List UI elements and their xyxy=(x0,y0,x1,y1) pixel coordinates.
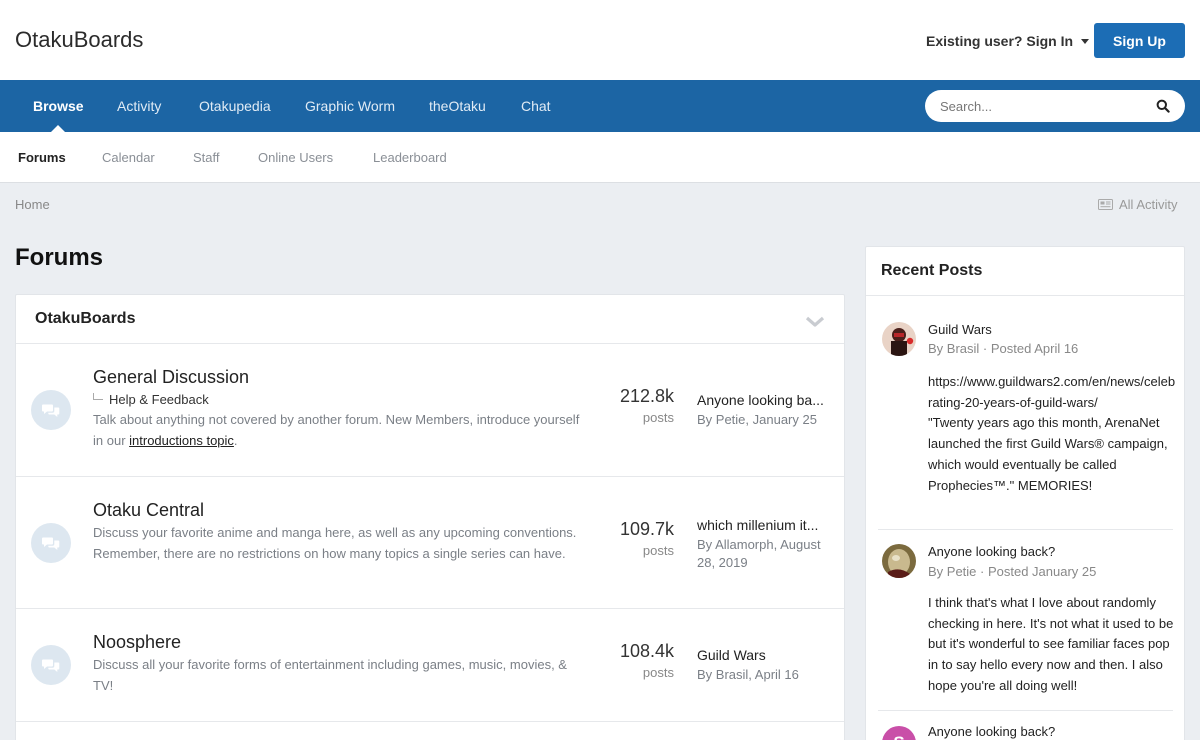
recent-post-body: "Twenty years ago this month, ArenaNet l… xyxy=(928,415,1168,493)
recent-post-title[interactable]: Guild Wars xyxy=(928,322,992,337)
divider xyxy=(878,710,1173,711)
sign-in-dropdown[interactable]: Existing user? Sign In xyxy=(926,33,1090,49)
forum-title-otaku-central[interactable]: Otaku Central xyxy=(93,500,204,521)
chat-bubbles-icon xyxy=(42,659,60,672)
subnav-forums[interactable]: Forums xyxy=(18,132,66,183)
page-title: Forums xyxy=(15,244,104,271)
subnav-calendar[interactable]: Calendar xyxy=(102,132,155,183)
last-post-title[interactable]: Anyone looking ba... xyxy=(697,392,837,408)
subforum-branch-icon xyxy=(93,393,103,400)
forum-category-panel: OtakuBoards General Discussion Help & Fe… xyxy=(15,294,845,740)
nav-activity[interactable]: Activity xyxy=(117,80,161,132)
search-icon[interactable] xyxy=(1156,99,1170,113)
introductions-topic-link[interactable]: introductions topic xyxy=(129,433,234,448)
post-count: 212.8k xyxy=(619,386,674,406)
post-count-label: posts xyxy=(642,543,674,558)
site-header: OtakuBoards Existing user? Sign In Sign … xyxy=(0,0,1200,80)
subnav-leaderboard[interactable]: Leaderboard xyxy=(373,132,447,183)
recent-posts-widget: Recent Posts Guild Wars By Brasil · Post… xyxy=(865,246,1185,740)
recent-post-meta: By Petie · Posted January 25 xyxy=(928,564,1097,579)
nav-chat[interactable]: Chat xyxy=(521,80,551,132)
forum-read-icon xyxy=(31,523,71,563)
user-avatar-image xyxy=(882,322,916,356)
subnav-staff[interactable]: Staff xyxy=(193,132,220,183)
search-box xyxy=(925,90,1185,122)
avatar[interactable] xyxy=(882,322,916,356)
recent-post-item: S Anyone looking back? xyxy=(878,724,1173,740)
nav-theotaku[interactable]: theOtaku xyxy=(429,80,486,132)
recent-post-body: I think that's what I love about randoml… xyxy=(928,595,1174,693)
subforum-label: Help & Feedback xyxy=(109,392,209,407)
last-post-author: By Brasil, April 16 xyxy=(697,667,799,682)
breadcrumb-home[interactable]: Home xyxy=(15,197,50,212)
recent-post-title[interactable]: Anyone looking back? xyxy=(928,544,1055,559)
nav-browse[interactable]: Browse xyxy=(33,80,84,132)
search-input[interactable] xyxy=(940,96,1140,116)
forum-title-noosphere[interactable]: Noosphere xyxy=(93,632,181,653)
recent-posts-header: Recent Posts xyxy=(866,247,1184,296)
last-post-author: By Allamorph, August 28, 2019 xyxy=(697,537,821,570)
subforum-link[interactable]: Help & Feedback xyxy=(93,392,209,407)
last-post-title[interactable]: which millenium it... xyxy=(697,517,837,533)
chevron-down-icon[interactable] xyxy=(804,310,826,332)
site-logo[interactable]: OtakuBoards xyxy=(15,27,143,53)
forum-row: Otaku Central Discuss your favorite anim… xyxy=(16,477,844,609)
post-count-label: posts xyxy=(642,665,674,680)
recent-post-item: Guild Wars By Brasil · Posted April 16 h… xyxy=(878,319,1176,530)
recent-post-meta: By Brasil · Posted April 16 xyxy=(928,341,1079,356)
all-activity-label: All Activity xyxy=(1119,197,1178,212)
post-count: 108.4k xyxy=(619,641,674,661)
subnav-online-users[interactable]: Online Users xyxy=(258,132,333,183)
last-post-author: By Petie, January 25 xyxy=(697,412,817,427)
post-count: 109.7k xyxy=(619,519,674,539)
recent-post-title[interactable]: Anyone looking back? xyxy=(928,724,1055,739)
category-title: OtakuBoards xyxy=(35,310,136,327)
forum-description: Talk about anything not covered by anoth… xyxy=(93,412,580,448)
avatar[interactable]: S xyxy=(882,726,916,740)
category-header: OtakuBoards xyxy=(16,295,844,344)
all-activity-link[interactable]: All Activity xyxy=(1098,197,1178,212)
avatar[interactable] xyxy=(882,544,916,578)
chat-bubbles-icon xyxy=(42,404,60,417)
last-post-title[interactable]: Guild Wars xyxy=(697,647,837,663)
forum-read-icon xyxy=(31,390,71,430)
activity-feed-icon xyxy=(1098,199,1113,210)
nav-otakupedia[interactable]: Otakupedia xyxy=(199,80,271,132)
recent-post-link[interactable]: https://www.guildwars2.com/en/news/celeb… xyxy=(928,372,1176,413)
divider xyxy=(878,529,1173,530)
recent-post-item: Anyone looking back? By Petie · Posted J… xyxy=(878,542,1174,711)
secondary-nav: Forums Calendar Staff Online Users Leade… xyxy=(0,132,1200,183)
forum-description: Discuss all your favorite forms of enter… xyxy=(93,657,567,693)
primary-nav: Browse Activity Otakupedia Graphic Worm … xyxy=(0,80,1200,132)
forum-row: Noosphere Discuss all your favorite form… xyxy=(16,609,844,722)
forum-row: General Discussion Help & Feedback Talk … xyxy=(16,344,844,477)
recent-posts-title: Recent Posts xyxy=(881,262,983,279)
user-avatar-image xyxy=(882,544,916,578)
sign-in-label: Existing user? Sign In xyxy=(926,33,1074,49)
caret-down-icon xyxy=(1081,38,1090,44)
forum-read-icon xyxy=(31,645,71,685)
forum-title-general-discussion[interactable]: General Discussion xyxy=(93,367,249,388)
post-count-label: posts xyxy=(642,410,674,425)
sign-up-button[interactable]: Sign Up xyxy=(1094,23,1185,58)
chat-bubbles-icon xyxy=(42,537,60,550)
forum-description: Discuss your favorite anime and manga he… xyxy=(93,525,577,561)
nav-graphic-worm[interactable]: Graphic Worm xyxy=(305,80,395,132)
